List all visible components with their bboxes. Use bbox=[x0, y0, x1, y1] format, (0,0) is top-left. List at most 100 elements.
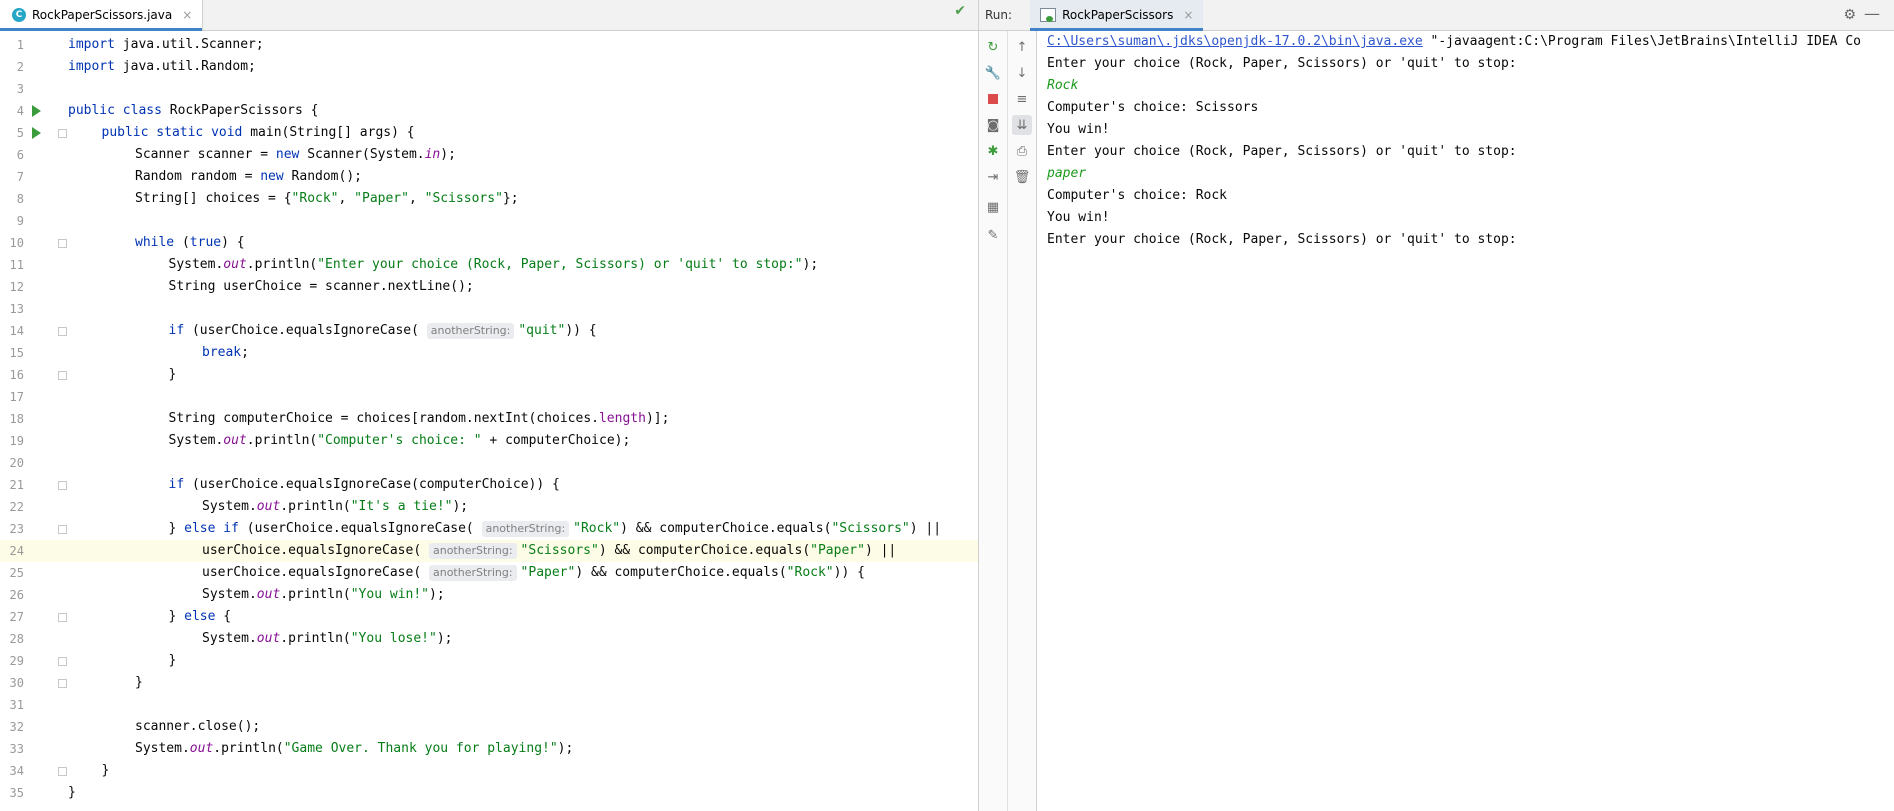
code-line[interactable]: 26 System.out.println("You win!"); bbox=[0, 584, 978, 606]
code-text: scanner.close(); bbox=[135, 716, 260, 738]
code-line[interactable]: 14 if (userChoice.equalsIgnoreCase( anoth… bbox=[0, 320, 978, 342]
code-line[interactable]: 33 System.out.println("Game Over. Thank y… bbox=[0, 738, 978, 760]
code-line[interactable]: 6 Scanner scanner = new Scanner(System.in… bbox=[0, 144, 978, 166]
code-line[interactable]: 18 String computerChoice = choices[random… bbox=[0, 408, 978, 430]
code-line[interactable]: 13 bbox=[0, 298, 978, 320]
close-run-tab-icon[interactable]: × bbox=[1183, 8, 1193, 22]
code-text: userChoice.equalsIgnoreCase( anotherStri… bbox=[202, 562, 865, 584]
code-token: )) { bbox=[833, 565, 865, 580]
code-editor[interactable]: 1 import java.util.Scanner; 2 import java.u… bbox=[0, 31, 978, 811]
code-line[interactable]: 10 while (true) { bbox=[0, 232, 978, 254]
code-text: } bbox=[102, 760, 110, 782]
code-line[interactable]: 12 String userChoice = scanner.nextLine()… bbox=[0, 276, 978, 298]
code-line[interactable]: 1 import java.util.Scanner; bbox=[0, 34, 978, 56]
code-token: ); bbox=[429, 587, 445, 602]
code-text: public class RockPaperScissors { bbox=[68, 100, 318, 122]
code-token: (userChoice.equalsIgnoreCase( bbox=[184, 323, 427, 338]
code-line[interactable]: 27} else { bbox=[0, 606, 978, 628]
fold-marker-icon[interactable] bbox=[58, 657, 67, 666]
code-line[interactable]: 11 System.out.println("Enter your choice … bbox=[0, 254, 978, 276]
code-line[interactable]: 3 bbox=[0, 78, 978, 100]
code-line[interactable]: 30} bbox=[0, 672, 978, 694]
code-line[interactable]: 20 bbox=[0, 452, 978, 474]
code-token: )) { bbox=[565, 323, 597, 338]
code-token: } bbox=[101, 763, 110, 778]
run-gutter-icon[interactable] bbox=[32, 105, 41, 117]
down-arrow-icon[interactable]: ↓ bbox=[1012, 63, 1032, 83]
layout-icon[interactable]: ▦ bbox=[983, 197, 1003, 217]
line-number: 28 bbox=[9, 632, 24, 646]
code-line[interactable]: 34} bbox=[0, 760, 978, 782]
code-line[interactable]: 29} bbox=[0, 650, 978, 672]
code-line[interactable]: 2 import java.util.Random; bbox=[0, 56, 978, 78]
code-text: public static void main(String[] args) { bbox=[102, 122, 415, 144]
fold-marker-icon[interactable] bbox=[58, 481, 67, 490]
code-line[interactable]: 19 System.out.println("Computer's choice:… bbox=[0, 430, 978, 452]
code-token: }; bbox=[502, 191, 519, 206]
code-token: ); bbox=[452, 499, 469, 514]
fold-marker-icon[interactable] bbox=[58, 371, 67, 380]
wrench-icon[interactable]: 🔧 bbox=[983, 63, 1003, 83]
fold-marker-icon[interactable] bbox=[58, 129, 67, 138]
tab-rockpaperscissors-java[interactable]: C RockPaperScissors.java × bbox=[0, 0, 204, 31]
line-number: 8 bbox=[16, 192, 24, 206]
camera-icon[interactable]: ◙ bbox=[983, 115, 1003, 135]
gear-icon[interactable]: ⚙ bbox=[1843, 7, 1856, 23]
trash-icon[interactable]: 🗑 bbox=[1012, 167, 1032, 187]
code-text: } else if (userChoice.equalsIgnoreCase( … bbox=[169, 518, 941, 540]
fold-marker-icon[interactable] bbox=[58, 525, 67, 534]
tab-label: RockPaperScissors.java bbox=[32, 8, 173, 22]
code-line[interactable]: 24 userChoice.equalsIgnoreCase( anotherSt… bbox=[0, 540, 978, 562]
exit-icon[interactable]: ⇥ bbox=[983, 167, 1003, 187]
code-text: if (userChoice.equalsIgnoreCase( another… bbox=[169, 320, 597, 342]
java-path-link[interactable]: C:\Users\suman\.jdks\openjdk-17.0.2\bin\… bbox=[1047, 34, 1423, 49]
line-number: 7 bbox=[16, 170, 24, 184]
code-token: (userChoice.equalsIgnoreCase( bbox=[238, 521, 482, 536]
soft-wrap-icon[interactable]: ≡ bbox=[1012, 89, 1032, 109]
code-line[interactable]: 16} bbox=[0, 364, 978, 386]
up-arrow-icon[interactable]: ↑ bbox=[1012, 37, 1032, 57]
rerun-icon[interactable]: ↻ bbox=[983, 37, 1003, 57]
fold-marker-icon[interactable] bbox=[58, 239, 67, 248]
run-gutter-icon[interactable] bbox=[32, 127, 41, 139]
close-tab-icon[interactable]: × bbox=[182, 8, 192, 22]
code-token: String userChoice = scanner.nextLine(); bbox=[168, 279, 474, 294]
fold-marker-icon[interactable] bbox=[58, 679, 67, 688]
code-line[interactable]: 8 String[] choices = {"Rock", "Paper", "S… bbox=[0, 188, 978, 210]
code-line[interactable]: 22 System.out.println("It's a tie!"); bbox=[0, 496, 978, 518]
code-line[interactable]: 4 public class RockPaperScissors { bbox=[0, 100, 978, 122]
code-token: "Paper" bbox=[354, 191, 409, 206]
code-line[interactable]: 32 scanner.close(); bbox=[0, 716, 978, 738]
pin-icon[interactable]: ✎ bbox=[983, 225, 1003, 245]
fold-marker-icon[interactable] bbox=[58, 767, 67, 776]
run-tab-rockpaperscissors[interactable]: RockPaperScissors × bbox=[1030, 0, 1204, 31]
stop-icon[interactable] bbox=[983, 89, 1003, 109]
console-output[interactable]: C:\Users\suman\.jdks\openjdk-17.0.2\bin\… bbox=[1037, 31, 1894, 811]
code-line[interactable]: 9 bbox=[0, 210, 978, 232]
code-line[interactable]: 7 Random random = new Random(); bbox=[0, 166, 978, 188]
debug-bug-icon[interactable]: ✱ bbox=[983, 141, 1003, 161]
code-line[interactable]: 28 System.out.println("You lose!"); bbox=[0, 628, 978, 650]
code-line[interactable]: 15 break; bbox=[0, 342, 978, 364]
inspection-ok-icon[interactable]: ✔ bbox=[954, 3, 966, 19]
print-icon[interactable]: ⎙ bbox=[1012, 141, 1032, 161]
minimize-icon[interactable]: — bbox=[1864, 4, 1880, 23]
code-line[interactable]: 21 if (userChoice.equalsIgnoreCase(comput… bbox=[0, 474, 978, 496]
code-line[interactable]: 31 bbox=[0, 694, 978, 716]
code-line[interactable]: 17 bbox=[0, 386, 978, 408]
code-token: import bbox=[68, 59, 123, 74]
line-number: 5 bbox=[16, 126, 24, 140]
code-token: "Paper" bbox=[520, 565, 576, 580]
fold-marker-icon[interactable] bbox=[58, 327, 67, 336]
code-line[interactable]: 5 public static void main(String[] args) … bbox=[0, 122, 978, 144]
fold-marker-icon[interactable] bbox=[58, 613, 67, 622]
code-token: , bbox=[408, 191, 425, 206]
scroll-to-end-icon[interactable]: ⇊ bbox=[1012, 115, 1032, 135]
code-line[interactable]: 35} bbox=[0, 782, 978, 804]
line-number: 20 bbox=[9, 456, 24, 470]
code-line[interactable]: 25 userChoice.equalsIgnoreCase( anotherSt… bbox=[0, 562, 978, 584]
code-token: (userChoice.equalsIgnoreCase(computerCho… bbox=[184, 477, 560, 492]
code-token: userChoice.equalsIgnoreCase( bbox=[202, 565, 429, 580]
code-text: System.out.println("Game Over. Thank you… bbox=[135, 738, 573, 760]
code-line[interactable]: 23} else if (userChoice.equalsIgnoreCase… bbox=[0, 518, 978, 540]
